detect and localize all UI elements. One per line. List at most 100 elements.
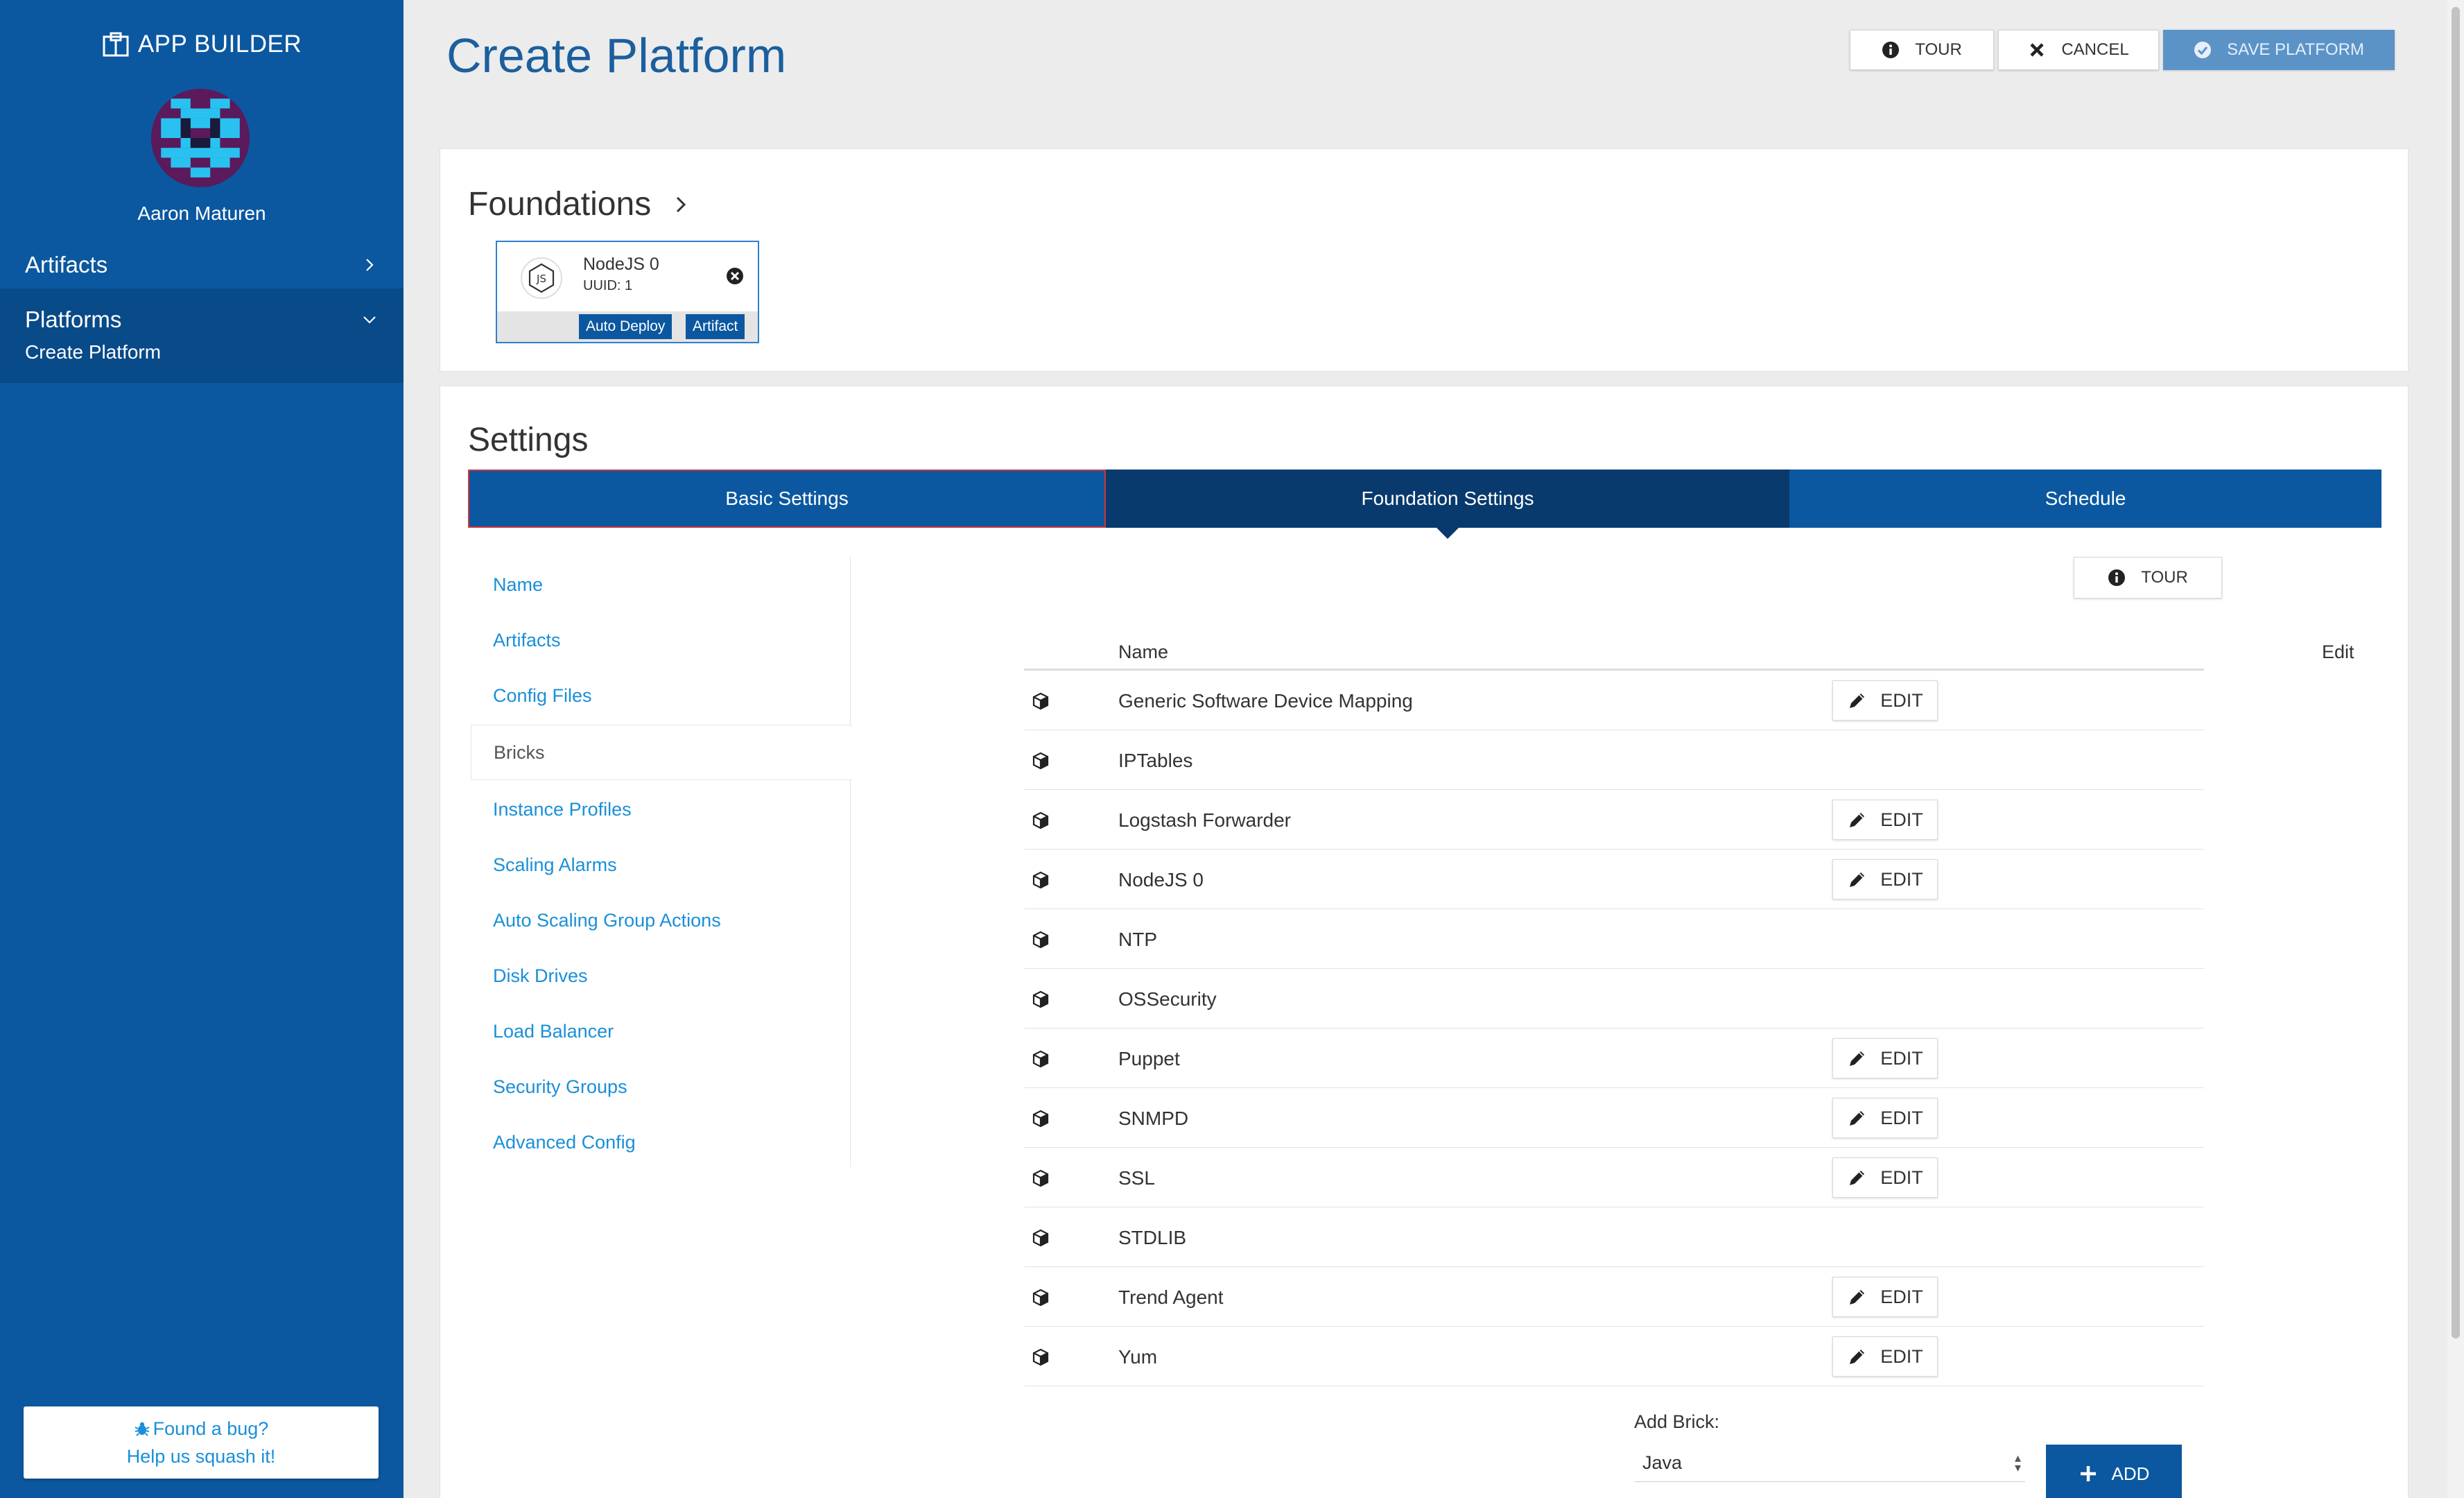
table-row: Generic Software Device Mapping EDIT <box>1024 671 2204 730</box>
subnav-item-bricks[interactable]: Bricks <box>471 725 852 780</box>
subnav-item-security-groups[interactable]: Security Groups <box>471 1059 851 1114</box>
subnav-item-instance-profiles[interactable]: Instance Profiles <box>471 782 851 837</box>
edit-button-label: EDIT <box>1880 1107 1923 1128</box>
edit-brick-button[interactable]: EDIT <box>1832 1098 1938 1138</box>
bug-report-line2: Help us squash it! <box>126 1446 276 1467</box>
foundation-tile[interactable]: JS NodeJS 0 UUID: 1 Auto Deploy Artifact <box>496 241 759 343</box>
cube-icon <box>1032 1289 1049 1307</box>
edit-button-label: EDIT <box>1880 809 1923 830</box>
brand[interactable]: APP BUILDER <box>0 31 404 58</box>
brick-name: Puppet <box>1118 1048 1180 1069</box>
subnav-item-asg-actions[interactable]: Auto Scaling Group Actions <box>471 893 851 948</box>
table-row: Trend Agent EDIT <box>1024 1267 2204 1327</box>
tab-foundation-settings[interactable]: Foundation Settings <box>1106 470 1789 539</box>
bricks-table: Name Edit Generic Software Device Mappin… <box>1024 628 2354 1386</box>
edit-brick-button[interactable]: EDIT <box>1832 859 1938 899</box>
cube-icon <box>1032 931 1049 949</box>
table-row: SSL EDIT <box>1024 1148 2204 1207</box>
settings-title: Settings <box>468 422 589 458</box>
table-header: Name Edit <box>1024 628 2354 671</box>
brick-name: Generic Software Device Mapping <box>1118 690 1413 712</box>
tour-button[interactable]: TOUR <box>1850 30 1994 70</box>
bug-report-button[interactable]: Found a bug? Help us squash it! <box>24 1406 379 1479</box>
pencil-icon <box>1850 1290 1865 1305</box>
sidebar-item-label: Artifacts <box>25 252 108 277</box>
foundation-uuid: UUID: 1 <box>583 278 633 293</box>
table-row: NTP <box>1024 909 2204 969</box>
subnav-item-name[interactable]: Name <box>471 557 851 612</box>
subnav-item-load-balancer[interactable]: Load Balancer <box>471 1004 851 1059</box>
cube-icon <box>1032 990 1049 1008</box>
pencil-icon <box>1850 1350 1865 1364</box>
sidebar-group-platforms: Platforms Create Platform <box>0 289 404 383</box>
foundations-card: Foundations JS NodeJS 0 UUID: 1 Auto Dep… <box>440 148 2409 372</box>
brick-name: Yum <box>1118 1346 1158 1368</box>
edit-brick-button[interactable]: EDIT <box>1832 680 1938 721</box>
pencil-icon <box>1850 1051 1865 1066</box>
table-row: OSSecurity <box>1024 969 2204 1028</box>
add-brick-button-label: ADD <box>2111 1463 2150 1484</box>
edit-button-label: EDIT <box>1880 1166 1923 1188</box>
cancel-button-label: CANCEL <box>2061 40 2129 59</box>
brick-name: OSSecurity <box>1118 988 1217 1010</box>
cube-icon <box>1032 1348 1049 1366</box>
avatar[interactable] <box>151 89 250 187</box>
chevron-down-icon <box>363 316 376 324</box>
add-brick-button[interactable]: ADD <box>2046 1445 2182 1498</box>
pencil-icon <box>1850 694 1865 708</box>
nodejs-icon: JS <box>521 257 562 299</box>
tab-schedule[interactable]: Schedule <box>1789 470 2381 528</box>
plus-icon <box>2080 1466 2096 1481</box>
edit-button-label: EDIT <box>1880 689 1923 711</box>
chevron-right-icon <box>366 259 374 271</box>
table-row: Logstash Forwarder EDIT <box>1024 790 2204 850</box>
table-row: NodeJS 0 EDIT <box>1024 850 2204 909</box>
save-platform-button[interactable]: SAVE PLATFORM <box>2163 30 2395 70</box>
sidebar-item-artifacts[interactable]: Artifacts <box>0 240 404 290</box>
page-scrollbar[interactable] <box>2447 0 2464 1498</box>
cube-icon <box>1032 871 1049 889</box>
table-row: STDLIB <box>1024 1207 2204 1267</box>
subnav-item-disk-drives[interactable]: Disk Drives <box>471 948 851 1004</box>
tab-basic-settings[interactable]: Basic Settings <box>468 470 1106 528</box>
edit-brick-button[interactable]: EDIT <box>1832 1157 1938 1198</box>
sidebar-item-label: Platforms <box>25 307 122 332</box>
brick-name: SNMPD <box>1118 1108 1189 1129</box>
bug-report-text: Found a bug? <box>153 1418 269 1439</box>
edit-brick-button[interactable]: EDIT <box>1832 1038 1938 1078</box>
chevron-right-icon <box>677 196 686 212</box>
bricks-tour-button[interactable]: TOUR <box>2074 557 2222 599</box>
table-row: SNMPD EDIT <box>1024 1088 2204 1148</box>
cancel-button[interactable]: CANCEL <box>1998 30 2159 70</box>
bricks-tour-label: TOUR <box>2141 568 2188 587</box>
subnav-item-config-files[interactable]: Config Files <box>471 668 851 723</box>
subnav-item-scaling-alarms[interactable]: Scaling Alarms <box>471 837 851 893</box>
pencil-icon <box>1850 813 1865 827</box>
brick-name: NTP <box>1118 929 1157 950</box>
sidebar-item-platforms[interactable]: Platforms <box>0 300 404 340</box>
edit-button-label: EDIT <box>1880 1047 1923 1069</box>
edit-brick-button[interactable]: EDIT <box>1832 1336 1938 1377</box>
cube-icon <box>1032 692 1049 710</box>
brick-name: STDLIB <box>1118 1227 1187 1248</box>
cube-icon <box>1032 1110 1049 1128</box>
table-body: Generic Software Device Mapping EDIT IPTab… <box>1024 671 2204 1386</box>
brick-name: Trend Agent <box>1118 1286 1224 1308</box>
pencil-icon <box>1850 872 1865 887</box>
edit-brick-button[interactable]: EDIT <box>1832 1277 1938 1317</box>
remove-circle-icon[interactable] <box>725 266 745 286</box>
add-brick-select[interactable]: Java ▴ ▾ <box>1634 1445 2025 1482</box>
scrollbar-thumb[interactable] <box>2452 7 2460 1338</box>
subnav-item-artifacts[interactable]: Artifacts <box>471 612 851 668</box>
sidebar-item-create-platform[interactable]: Create Platform <box>25 341 161 363</box>
auto-deploy-badge: Auto Deploy <box>579 314 673 339</box>
brick-name: IPTables <box>1118 750 1193 771</box>
foundation-name: NodeJS 0 <box>583 255 659 274</box>
edit-brick-button[interactable]: EDIT <box>1832 800 1938 840</box>
subnav-item-advanced-config[interactable]: Advanced Config <box>471 1114 851 1170</box>
column-header-edit: Edit <box>2322 642 2354 662</box>
foundations-title[interactable]: Foundations <box>468 185 691 223</box>
pencil-icon <box>1850 1171 1865 1185</box>
pencil-icon <box>1850 1111 1865 1126</box>
artifact-badge: Artifact <box>686 314 745 339</box>
